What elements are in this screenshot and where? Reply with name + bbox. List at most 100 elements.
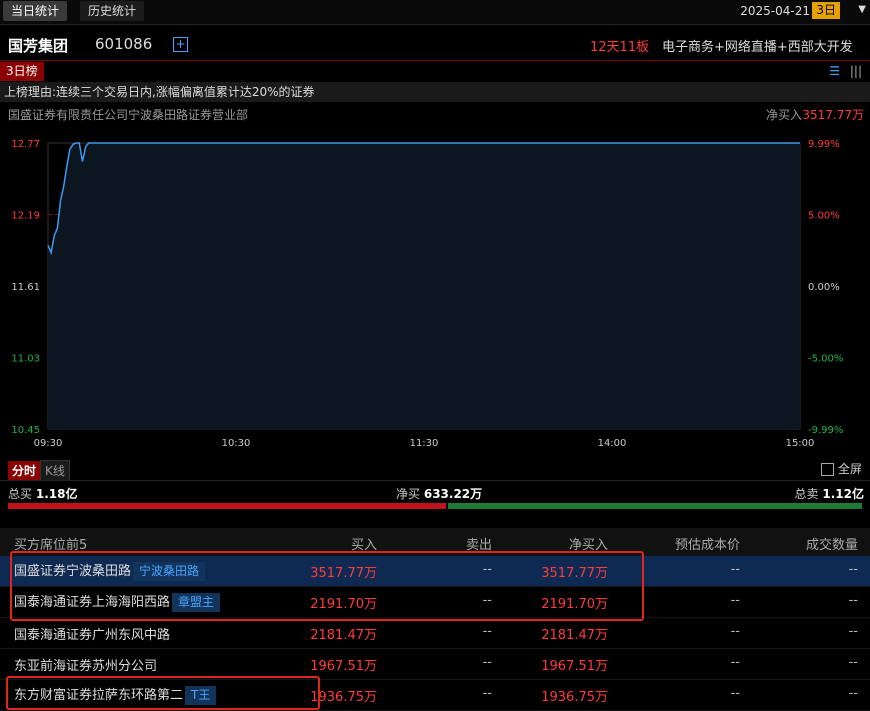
table-row[interactable]: 东方财富证券拉萨东环路第二 T王 1936.75万 -- 1936.75万 -- … bbox=[0, 680, 870, 711]
total-sell-label: 总卖 bbox=[794, 487, 819, 501]
trade-qty: -- bbox=[848, 593, 858, 608]
net-amount: 2191.70万 bbox=[541, 597, 608, 612]
dropdown-triangle-icon[interactable]: ▼ bbox=[858, 4, 866, 15]
buy-amount: 1936.75万 bbox=[310, 690, 377, 705]
seat-name-text: 国盛证券宁波桑田路 bbox=[14, 564, 132, 579]
trade-qty: -- bbox=[848, 686, 858, 701]
net-buy: 净买 633.22万 bbox=[396, 485, 482, 502]
fullscreen-label: 全屏 bbox=[837, 462, 862, 476]
board-band: 3日榜 ☰ ||| bbox=[0, 62, 870, 81]
seat-name: 国泰海通证券广州东风中路 bbox=[14, 628, 171, 643]
y-tick-right: -9.99% bbox=[808, 425, 843, 436]
col-cost[interactable]: 预估成本价 bbox=[675, 534, 740, 553]
table-row[interactable]: 国泰海通证券上海海阳西路 章盟主 2191.70万 -- 2191.70万 -- … bbox=[0, 587, 870, 618]
net-buy-value: 633.22万 bbox=[423, 487, 483, 501]
header-divider bbox=[0, 60, 870, 61]
col-net[interactable]: 净买入 bbox=[569, 534, 608, 553]
sell-amount: -- bbox=[482, 655, 492, 670]
seat-alias-tag[interactable]: T王 bbox=[185, 686, 217, 705]
seat-name-text: 国泰海通证券上海海阳西路 bbox=[14, 595, 171, 610]
y-tick-left: 12.77 bbox=[11, 139, 40, 150]
buy-amount: 2181.47万 bbox=[310, 628, 377, 643]
seat-name: 国盛证券宁波桑田路 宁波桑田路 bbox=[14, 560, 206, 581]
net-amount: 1936.75万 bbox=[541, 690, 608, 705]
intraday-chart: 12.77 9.99% 12.19 5.00% 11.61 0.00% 11.03 -5.00… bbox=[11, 139, 843, 449]
limit-up-streak: 12天11板 bbox=[590, 40, 650, 55]
seat-alias-tag[interactable]: 章盟主 bbox=[172, 593, 221, 612]
fullscreen-button[interactable]: 全屏 bbox=[820, 460, 862, 477]
y-tick-left: 11.61 bbox=[11, 282, 40, 293]
tab-kline[interactable]: K线 bbox=[40, 460, 70, 481]
stock-code: 601086 bbox=[95, 35, 153, 53]
y-tick-right: -5.00% bbox=[808, 354, 843, 365]
broker-full-name: 国盛证券有限责任公司宁波桑田路证券营业部 bbox=[8, 108, 249, 122]
seat-name: 东亚前海证券苏州分公司 bbox=[14, 659, 158, 674]
total-buy: 总买 1.18亿 bbox=[8, 485, 77, 502]
buy-amount: 3517.77万 bbox=[310, 566, 377, 581]
y-tick-right: 9.99% bbox=[808, 139, 840, 150]
list-view-icon[interactable]: ☰ bbox=[829, 64, 840, 78]
concept-tags: 电子商务+网络直播+西部大开发 bbox=[662, 40, 853, 55]
cost-price: -- bbox=[730, 686, 740, 701]
broker-net-label: 净买入 bbox=[765, 108, 802, 122]
y-tick-left: 12.19 bbox=[11, 211, 40, 222]
col-sell[interactable]: 卖出 bbox=[466, 534, 492, 553]
seat-name-text: 东方财富证券拉萨东环路第二 bbox=[14, 688, 184, 703]
col-seat[interactable]: 买方席位前5 bbox=[14, 534, 87, 553]
days-badge[interactable]: 3日 bbox=[812, 2, 840, 19]
board-tag[interactable]: 3日榜 bbox=[0, 62, 44, 81]
total-buy-label: 总买 bbox=[8, 487, 33, 501]
x-tick: 09:30 bbox=[34, 438, 63, 449]
y-tick-right: 5.00% bbox=[808, 211, 840, 222]
bar-view-icon[interactable]: ||| bbox=[850, 64, 862, 78]
broker-net-value: 3517.77万 bbox=[802, 108, 864, 122]
tab-today-stats[interactable]: 当日统计 bbox=[3, 1, 68, 21]
listing-reason: 上榜理由:连续三个交易日内,涨幅偏离值累计达20%的证券 bbox=[0, 82, 870, 102]
table-row[interactable]: 东亚前海证券苏州分公司 1967.51万 -- 1967.51万 -- -- bbox=[0, 649, 870, 680]
tab-intraday[interactable]: 分时 bbox=[8, 461, 41, 480]
x-tick: 11:30 bbox=[410, 438, 439, 449]
net-buy-label: 净买 bbox=[396, 487, 421, 501]
y-tick-left: 11.03 bbox=[11, 354, 40, 365]
x-tick: 10:30 bbox=[222, 438, 251, 449]
price-area bbox=[48, 143, 800, 429]
sell-amount: -- bbox=[482, 562, 492, 577]
table-row[interactable]: 国泰海通证券广州东风中路 2181.47万 -- 2181.47万 -- -- bbox=[0, 618, 870, 649]
stock-name: 国芳集团 bbox=[8, 37, 69, 55]
trade-qty: -- bbox=[848, 655, 858, 670]
cost-price: -- bbox=[730, 655, 740, 670]
top-bar: 当日统计 历史统计 2025-04-21 3日 ▼ bbox=[0, 0, 870, 25]
table-header: 买方席位前5 买入 卖出 净买入 预估成本价 成交数量 bbox=[0, 528, 870, 556]
trade-qty: -- bbox=[848, 624, 858, 639]
sell-amount: -- bbox=[482, 624, 492, 639]
fullscreen-icon bbox=[820, 463, 834, 476]
chart-subtabs: 分时 K线 bbox=[8, 460, 70, 481]
net-amount: 1967.51万 bbox=[541, 659, 608, 674]
x-tick: 15:00 bbox=[786, 438, 815, 449]
seat-table: 买方席位前5 买入 卖出 净买入 预估成本价 成交数量 国盛证券宁波桑田路 宁波桑… bbox=[0, 528, 870, 711]
cost-price: -- bbox=[730, 624, 740, 639]
buy-amount: 2191.70万 bbox=[310, 597, 377, 612]
sell-amount: -- bbox=[482, 593, 492, 608]
tab-history-stats[interactable]: 历史统计 bbox=[80, 1, 145, 21]
sell-amount: -- bbox=[482, 686, 492, 701]
seat-alias-tag[interactable]: 宁波桑田路 bbox=[133, 562, 206, 581]
seat-name: 东方财富证券拉萨东环路第二 T王 bbox=[14, 684, 217, 705]
total-sell: 总卖 1.12亿 bbox=[795, 485, 864, 502]
date-selector[interactable]: 2025-04-21 bbox=[740, 4, 810, 18]
add-watchlist-icon[interactable]: + bbox=[173, 37, 188, 52]
stock-header: 国芳集团 601086 + 12天11板 电子商务+网络直播+西部大开发 bbox=[0, 28, 870, 60]
col-qty[interactable]: 成交数量 bbox=[806, 534, 858, 553]
seat-name: 国泰海通证券上海海阳西路 章盟主 bbox=[14, 591, 221, 612]
col-buy[interactable]: 买入 bbox=[351, 534, 377, 553]
cost-price: -- bbox=[730, 562, 740, 577]
table-row[interactable]: 国盛证券宁波桑田路 宁波桑田路 3517.77万 -- 3517.77万 -- -… bbox=[0, 556, 870, 587]
buy-ratio-bar bbox=[8, 503, 446, 509]
trade-qty: -- bbox=[848, 562, 858, 577]
total-buy-value: 1.18亿 bbox=[35, 487, 78, 501]
trade-summary: 总买 1.18亿 净买 633.22万 总卖 1.12亿 bbox=[0, 480, 870, 511]
x-tick: 14:00 bbox=[598, 438, 627, 449]
y-tick-left: 10.45 bbox=[11, 425, 40, 436]
net-amount: 2181.47万 bbox=[541, 628, 608, 643]
cost-price: -- bbox=[730, 593, 740, 608]
